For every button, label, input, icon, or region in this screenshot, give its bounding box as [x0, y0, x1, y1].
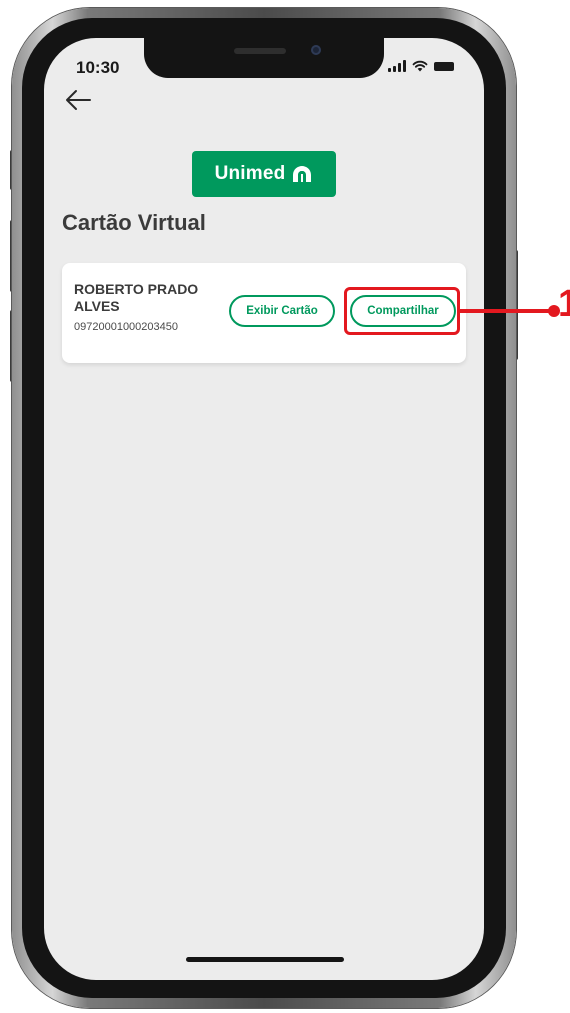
unimed-logo: Unimed	[192, 151, 336, 197]
home-indicator[interactable]	[186, 957, 344, 962]
speaker-grille	[234, 48, 286, 54]
card-number: 09720001000203450	[74, 321, 179, 333]
logo-text: Unimed	[214, 163, 286, 184]
phone-notch	[144, 38, 384, 78]
front-camera-icon	[311, 45, 321, 55]
unimed-tree-icon	[293, 166, 312, 182]
view-card-button[interactable]: Exibir Cartão	[229, 295, 335, 327]
card-holder-name: ROBERTO PRADO ALVES	[74, 281, 224, 315]
page-title: Cartão Virtual	[62, 210, 206, 235]
callout-line	[460, 309, 556, 313]
phone-screen: 10:30 Unimed Cartão Virtual ROBERTO PRAD…	[44, 38, 484, 980]
back-arrow-icon[interactable]	[64, 88, 92, 112]
battery-icon	[434, 62, 454, 71]
wifi-icon	[412, 60, 428, 72]
screenshot-stage: 10:30 Unimed Cartão Virtual ROBERTO PRAD…	[0, 0, 570, 1013]
virtual-card-item: ROBERTO PRADO ALVES 09720001000203450 Ex…	[62, 263, 466, 363]
signal-icon	[388, 60, 406, 72]
share-button-highlight	[344, 287, 460, 335]
card-holder-name-line1: ROBERTO PRADO	[74, 281, 199, 297]
card-holder-name-line2: ALVES	[74, 298, 120, 314]
status-time: 10:30	[76, 58, 120, 77]
callout-number: 1	[558, 283, 570, 325]
status-icons	[388, 60, 454, 72]
